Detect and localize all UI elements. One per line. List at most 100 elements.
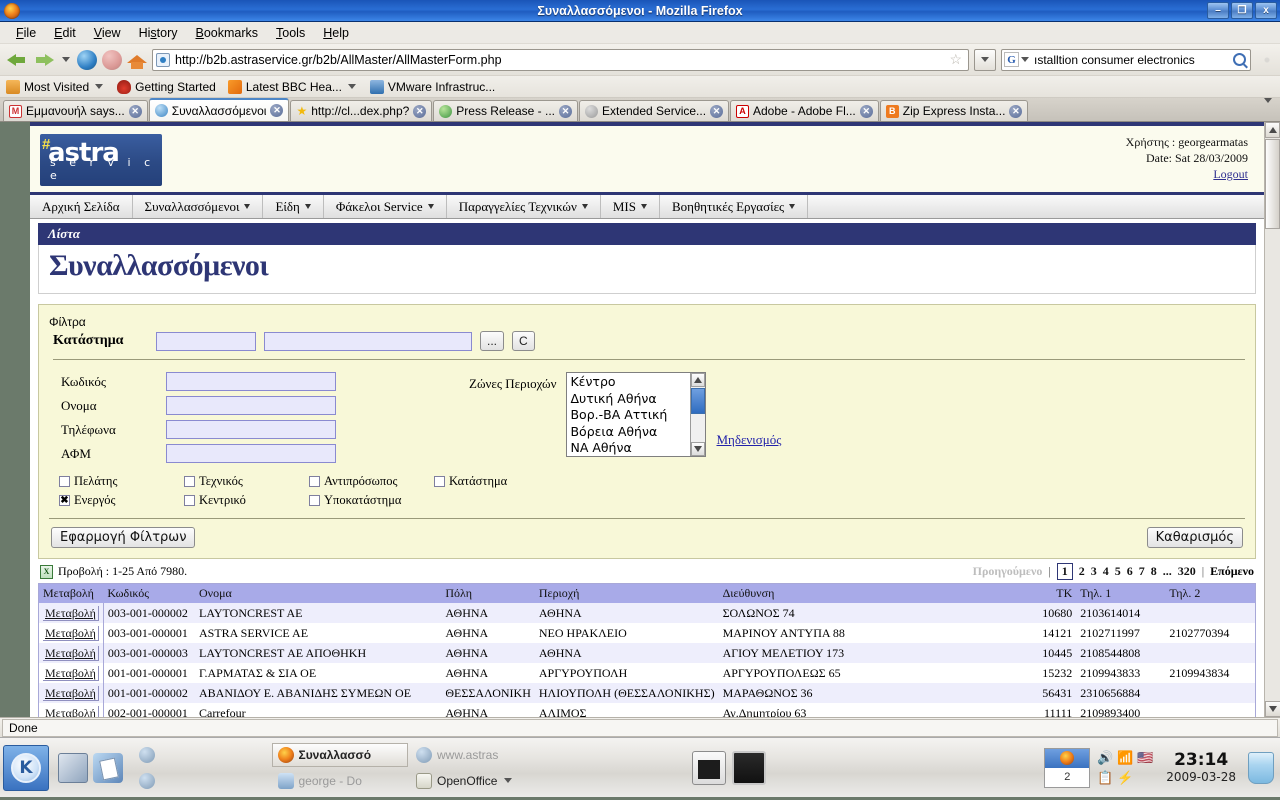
close-icon[interactable]: ✕ xyxy=(559,104,572,118)
store-code-input[interactable] xyxy=(156,331,256,351)
bookmark-star-icon[interactable]: ☆ xyxy=(949,51,962,68)
menu-file[interactable]: File xyxy=(8,24,44,42)
zone-option[interactable]: Βόρεια Αθήνα xyxy=(570,424,687,441)
table-row[interactable]: Μεταβολή 001-001-000001 Γ.ΑΡΜΑΤΑΣ & ΣΙΑ … xyxy=(39,663,1255,683)
zone-option[interactable]: ΝΑ Αθήνα xyxy=(570,440,687,457)
checkbox-energos[interactable]: ✖ Ενεργός xyxy=(59,493,184,508)
pager-desktop-1[interactable] xyxy=(1045,748,1090,768)
power-icon[interactable]: ⚡ xyxy=(1116,769,1134,787)
scroll-up-icon[interactable] xyxy=(1265,122,1280,138)
scroll-down-icon[interactable] xyxy=(1265,701,1280,717)
checkbox-kentriko[interactable]: Κεντρικό xyxy=(184,493,309,508)
home-icon[interactable] xyxy=(127,51,147,69)
checkbox-icon[interactable] xyxy=(184,495,195,506)
zones-scrollbar[interactable] xyxy=(690,373,706,456)
table-row[interactable]: Μεταβολή 002-001-000001 Carrefour ΑΘΗΝΑ … xyxy=(39,703,1255,717)
row-action-cell[interactable]: Μεταβολή xyxy=(39,643,104,663)
tab-synallassomenoi[interactable]: Συναλλασσόμενοι ✕ xyxy=(148,98,290,121)
scroll-up-icon[interactable] xyxy=(691,373,706,387)
tab-clindex[interactable]: ★ http://cl...dex.php? ✕ xyxy=(290,100,433,121)
pagination-page-3[interactable]: 3 xyxy=(1091,564,1097,579)
checkbox-katastima[interactable]: Κατάστημα xyxy=(434,474,559,489)
nav-item-voithitikes-ergasies[interactable]: Βοηθητικές Εργασίες xyxy=(660,195,809,218)
menu-bookmarks[interactable]: Bookmarks xyxy=(188,24,267,42)
edit-link[interactable]: Μεταβολή xyxy=(43,625,99,641)
kde-menu-button[interactable]: K xyxy=(3,744,49,791)
search-engine-chevron-icon[interactable] xyxy=(1021,57,1029,62)
table-row[interactable]: Μεταβολή 003-001-000003 LAYTONCREST ΑΕ Α… xyxy=(39,643,1255,663)
row-action-cell[interactable]: Μεταβολή xyxy=(39,703,104,717)
checkbox-icon[interactable] xyxy=(184,476,195,487)
tab-gmail[interactable]: M Εμμανουήλ says... ✕ xyxy=(3,100,148,121)
google-icon[interactable]: G xyxy=(1004,52,1019,67)
close-button[interactable]: x xyxy=(1255,2,1277,19)
menu-edit[interactable]: Edit xyxy=(46,24,84,42)
menu-view[interactable]: View xyxy=(86,24,129,42)
reset-zones-link[interactable]: Μηδενισμός xyxy=(716,372,781,448)
edit-link[interactable]: Μεταβολή xyxy=(43,705,99,717)
url-bar[interactable]: http://b2b.astraservice.gr/b2b/AllMaster… xyxy=(152,48,969,71)
edit-link[interactable]: Μεταβολή xyxy=(43,645,99,661)
tab-list-chevron-icon[interactable] xyxy=(1256,97,1280,117)
bookmark-most-visited[interactable]: Most Visited xyxy=(6,79,105,94)
task-openoffice[interactable]: OpenOffice xyxy=(410,769,547,793)
pagination-page-2[interactable]: 2 xyxy=(1079,564,1085,579)
filter-input-onoma[interactable] xyxy=(166,396,336,415)
task-firefox[interactable]: Συναλλασσό xyxy=(271,742,408,767)
search-icon[interactable] xyxy=(1233,53,1246,66)
terminal-window-icon[interactable] xyxy=(692,750,726,785)
table-row[interactable]: Μεταβολή 003-001-000002 LAYTONCREST AE Α… xyxy=(39,603,1255,623)
back-icon[interactable] xyxy=(6,50,28,70)
close-icon[interactable]: ✕ xyxy=(413,104,427,118)
bookmark-latest-bbc[interactable]: Latest BBC Hea... xyxy=(227,79,358,94)
task-astraservice[interactable]: www.astras xyxy=(410,743,547,767)
pagination-page-6[interactable]: 6 xyxy=(1127,564,1133,579)
close-icon[interactable]: ✕ xyxy=(710,104,724,118)
restore-button[interactable]: ❐ xyxy=(1231,2,1253,19)
close-icon[interactable]: ✕ xyxy=(1009,104,1023,118)
pager-desktop-2[interactable]: 2 xyxy=(1045,768,1089,787)
zones-listbox[interactable]: Κέντρο Δυτική Αθήνα Βορ.-ΒΑ Αττική Βόρει… xyxy=(566,372,707,457)
text-editor-icon[interactable] xyxy=(93,752,123,783)
scroll-down-icon[interactable] xyxy=(691,442,706,456)
checkbox-texnikos[interactable]: Τεχνικός xyxy=(184,474,309,489)
page-scrollbar[interactable] xyxy=(1264,122,1280,717)
pagination-next[interactable]: Επόμενο xyxy=(1210,564,1254,579)
pagination-page-8[interactable]: 8 xyxy=(1151,564,1157,579)
edit-link[interactable]: Μεταβολή xyxy=(43,685,99,701)
search-input[interactable]: ıstalltion consumer electronics xyxy=(1031,53,1233,67)
checkbox-icon[interactable] xyxy=(309,495,320,506)
search-box[interactable]: G ıstalltion consumer electronics xyxy=(1001,48,1251,71)
filter-input-afm[interactable] xyxy=(166,444,336,463)
menu-tools[interactable]: Tools xyxy=(268,24,313,42)
pagination-page-320[interactable]: 320 xyxy=(1178,564,1196,579)
store-browse-button[interactable]: ... xyxy=(480,331,505,351)
signal-icon[interactable]: 📶 xyxy=(1116,749,1134,767)
desktop-pager[interactable]: 2 xyxy=(1044,747,1091,788)
row-action-cell[interactable]: Μεταβολή xyxy=(39,663,104,683)
apply-filters-button[interactable]: Εφαρμογή Φίλτρων xyxy=(51,527,196,548)
close-icon[interactable]: ✕ xyxy=(270,104,284,117)
table-row[interactable]: Μεταβολή 001-001-000002 ΑΒΑΝΙΔΟΥ Ε. ΑΒΑΝ… xyxy=(39,683,1255,703)
checkbox-icon[interactable] xyxy=(59,476,70,487)
nav-item-synallassomenoi[interactable]: Συναλλασσόμενοι xyxy=(133,195,264,218)
volume-icon[interactable]: 🔊 xyxy=(1096,749,1114,767)
nav-item-home[interactable]: Αρχική Σελίδα xyxy=(30,195,133,218)
edit-link[interactable]: Μεταβολή xyxy=(43,665,99,681)
pagination-page-5[interactable]: 5 xyxy=(1115,564,1121,579)
filter-input-tilefona[interactable] xyxy=(166,420,336,439)
store-name-input[interactable] xyxy=(264,331,472,351)
trash-icon[interactable] xyxy=(1248,751,1274,784)
taskbar-clock[interactable]: 23:14 2009-03-28 xyxy=(1160,751,1242,785)
checkbox-icon-checked[interactable]: ✖ xyxy=(59,495,70,506)
bookmark-getting-started[interactable]: Getting Started xyxy=(117,79,216,94)
history-dropdown-icon[interactable] xyxy=(62,57,70,62)
tab-zip-express[interactable]: B Zip Express Insta... ✕ xyxy=(879,100,1029,121)
tab-extended-service[interactable]: Extended Service... ✕ xyxy=(579,100,729,121)
system-settings-icon[interactable] xyxy=(58,752,88,783)
nav-item-eidi[interactable]: Είδη xyxy=(263,195,324,218)
clear-filters-button[interactable]: Καθαρισμός xyxy=(1146,527,1243,548)
task-konqueror-2[interactable] xyxy=(133,769,270,793)
zone-option[interactable]: Κέντρο xyxy=(570,374,687,391)
checkbox-icon[interactable] xyxy=(309,476,320,487)
